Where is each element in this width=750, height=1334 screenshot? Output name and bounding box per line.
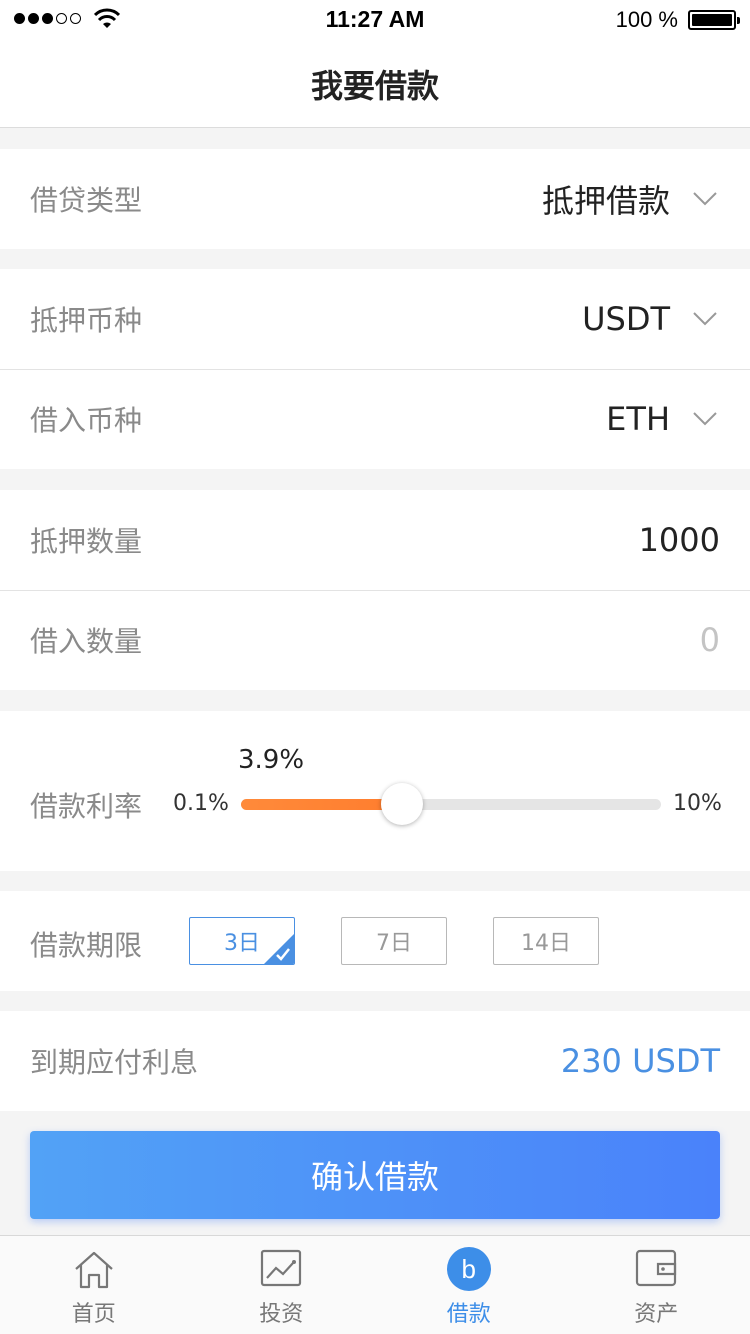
tab-assets[interactable]: 资产 — [563, 1236, 750, 1334]
term-option-label: 7日 — [376, 931, 412, 956]
chevron-down-icon — [692, 186, 718, 212]
check-corner-icon — [264, 934, 294, 964]
battery-icon — [688, 10, 740, 30]
interest-rate-row: 借款利率 3.9% 0.1% 10% — [0, 711, 750, 871]
loan-page: 11:27 AM 100 % 我要借款 借贷类型 抵押借款 抵押币种 USDT … — [0, 0, 750, 1334]
chevron-down-icon — [692, 406, 718, 432]
borrow-amount-placeholder: 0 — [699, 621, 720, 659]
tab-invest-label: 投资 — [259, 1302, 304, 1327]
loan-type-section: 借贷类型 抵押借款 — [0, 149, 750, 249]
borrow-amount-label: 借入数量 — [30, 625, 143, 658]
wallet-icon — [633, 1246, 679, 1292]
battery-percentage: 100 % — [615, 7, 678, 32]
term-row: 借款期限 3日 7日 14日 — [0, 891, 750, 991]
tab-borrow-label: 借款 — [446, 1302, 491, 1327]
borrow-currency-select[interactable]: 借入币种 ETH — [0, 369, 750, 469]
nav-bar: 我要借款 — [0, 40, 750, 128]
currency-section: 抵押币种 USDT 借入币种 ETH — [0, 269, 750, 469]
collateral-currency-select[interactable]: 抵押币种 USDT — [0, 269, 750, 369]
slider-fill — [241, 799, 403, 810]
borrow-amount-field[interactable]: 借入数量 0 — [0, 590, 750, 690]
term-option-3d[interactable]: 3日 — [189, 917, 295, 965]
tab-home-label: 首页 — [71, 1302, 116, 1327]
borrow-badge: b — [446, 1247, 491, 1291]
collateral-amount-label: 抵押数量 — [30, 525, 143, 558]
chevron-down-icon — [692, 306, 718, 332]
status-bar: 11:27 AM 100 % — [0, 0, 750, 40]
borrow-badge-icon: b — [446, 1246, 492, 1292]
interest-rate-current: 3.9% — [238, 745, 305, 775]
interest-due-section: 到期应付利息 230 USDT — [0, 1011, 750, 1111]
loan-type-value: 抵押借款 — [541, 182, 670, 220]
term-label: 借款期限 — [30, 929, 143, 962]
borrow-currency-label: 借入币种 — [30, 404, 143, 437]
loan-type-select[interactable]: 借贷类型 抵押借款 — [0, 149, 750, 249]
term-section: 借款期限 3日 7日 14日 — [0, 891, 750, 991]
interest-rate-max: 10% — [673, 791, 722, 816]
term-option-label: 14日 — [521, 931, 571, 956]
tab-borrow[interactable]: b 借款 — [375, 1236, 563, 1334]
term-option-14d[interactable]: 14日 — [493, 917, 599, 965]
tab-bar: 首页 投资 b 借款 资产 — [0, 1235, 750, 1334]
collateral-amount-value: 1000 — [638, 521, 720, 559]
interest-rate-min: 0.1% — [173, 791, 229, 816]
tab-assets-label: 资产 — [634, 1302, 679, 1327]
collateral-amount-field[interactable]: 抵押数量 1000 — [0, 490, 750, 590]
chart-icon — [258, 1246, 304, 1292]
interest-rate-label: 借款利率 — [30, 790, 143, 823]
collateral-currency-value: USDT — [582, 300, 670, 338]
home-icon — [71, 1246, 117, 1292]
interest-due-row: 到期应付利息 230 USDT — [0, 1011, 750, 1111]
tab-invest[interactable]: 投资 — [188, 1236, 376, 1334]
interest-rate-slider[interactable] — [241, 799, 661, 810]
term-option-7d[interactable]: 7日 — [341, 917, 447, 965]
interest-due-label: 到期应付利息 — [30, 1046, 199, 1079]
interest-due-value: 230 USDT — [560, 1042, 720, 1080]
collateral-currency-label: 抵押币种 — [30, 304, 143, 337]
loan-type-label: 借贷类型 — [30, 184, 143, 217]
amount-section: 抵押数量 1000 借入数量 0 — [0, 490, 750, 690]
term-option-label: 3日 — [224, 931, 260, 956]
page-title: 我要借款 — [310, 66, 439, 105]
confirm-borrow-button[interactable]: 确认借款 — [30, 1131, 720, 1219]
borrow-currency-value: ETH — [606, 400, 670, 438]
interest-rate-section: 借款利率 3.9% 0.1% 10% — [0, 711, 750, 871]
tab-home[interactable]: 首页 — [0, 1236, 188, 1334]
slider-thumb[interactable] — [381, 783, 424, 825]
